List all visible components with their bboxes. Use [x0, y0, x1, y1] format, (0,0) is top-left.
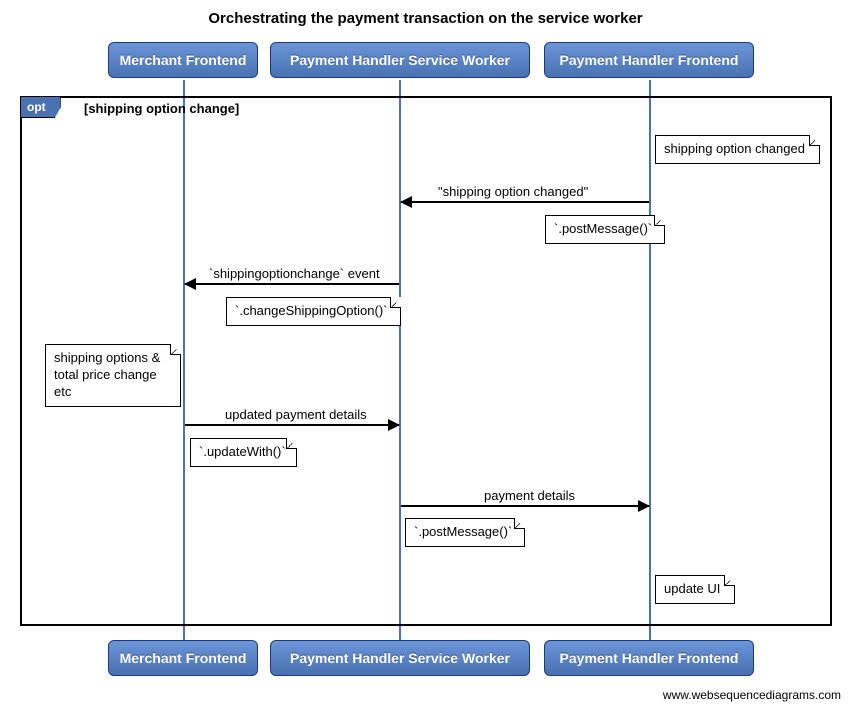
message-shippingoptionchange-event: `shippingoptionchange` event	[209, 266, 380, 281]
sequence-diagram: Orchestrating the payment transaction on…	[0, 0, 851, 710]
arrow-m2	[185, 283, 399, 285]
message-updated-payment-details: updated payment details	[225, 407, 367, 422]
note-shipping-options-total: shipping options & total price change et…	[45, 344, 181, 407]
participant-merchant-top: Merchant Frontend	[108, 42, 258, 78]
note-postmessage-1: `.postMessage()`	[545, 215, 665, 244]
message-payment-details: payment details	[484, 488, 575, 503]
participant-worker-top: Payment Handler Service Worker	[270, 42, 530, 78]
opt-tag: opt	[21, 97, 61, 118]
opt-condition: [shipping option change]	[84, 101, 239, 116]
arrow-m4	[401, 505, 649, 507]
message-shipping-option-changed: "shipping option changed"	[438, 184, 588, 199]
note-postmessage-2: `.postMessage()`	[405, 518, 525, 547]
attribution: www.websequencediagrams.com	[663, 688, 841, 702]
participant-frontend-top: Payment Handler Frontend	[544, 42, 754, 78]
arrow-m3	[185, 424, 399, 426]
note-changeshippingoption: `.changeShippingOption()`	[226, 297, 401, 326]
participant-merchant-bottom: Merchant Frontend	[108, 640, 258, 676]
participant-worker-bottom: Payment Handler Service Worker	[270, 640, 530, 676]
arrow-m1	[401, 201, 649, 203]
participant-frontend-bottom: Payment Handler Frontend	[544, 640, 754, 676]
note-shipping-option-changed: shipping option changed	[655, 135, 820, 164]
note-updatewith: `.updateWith()`	[190, 438, 297, 467]
note-update-ui: update UI	[655, 575, 735, 604]
diagram-title: Orchestrating the payment transaction on…	[0, 10, 851, 27]
